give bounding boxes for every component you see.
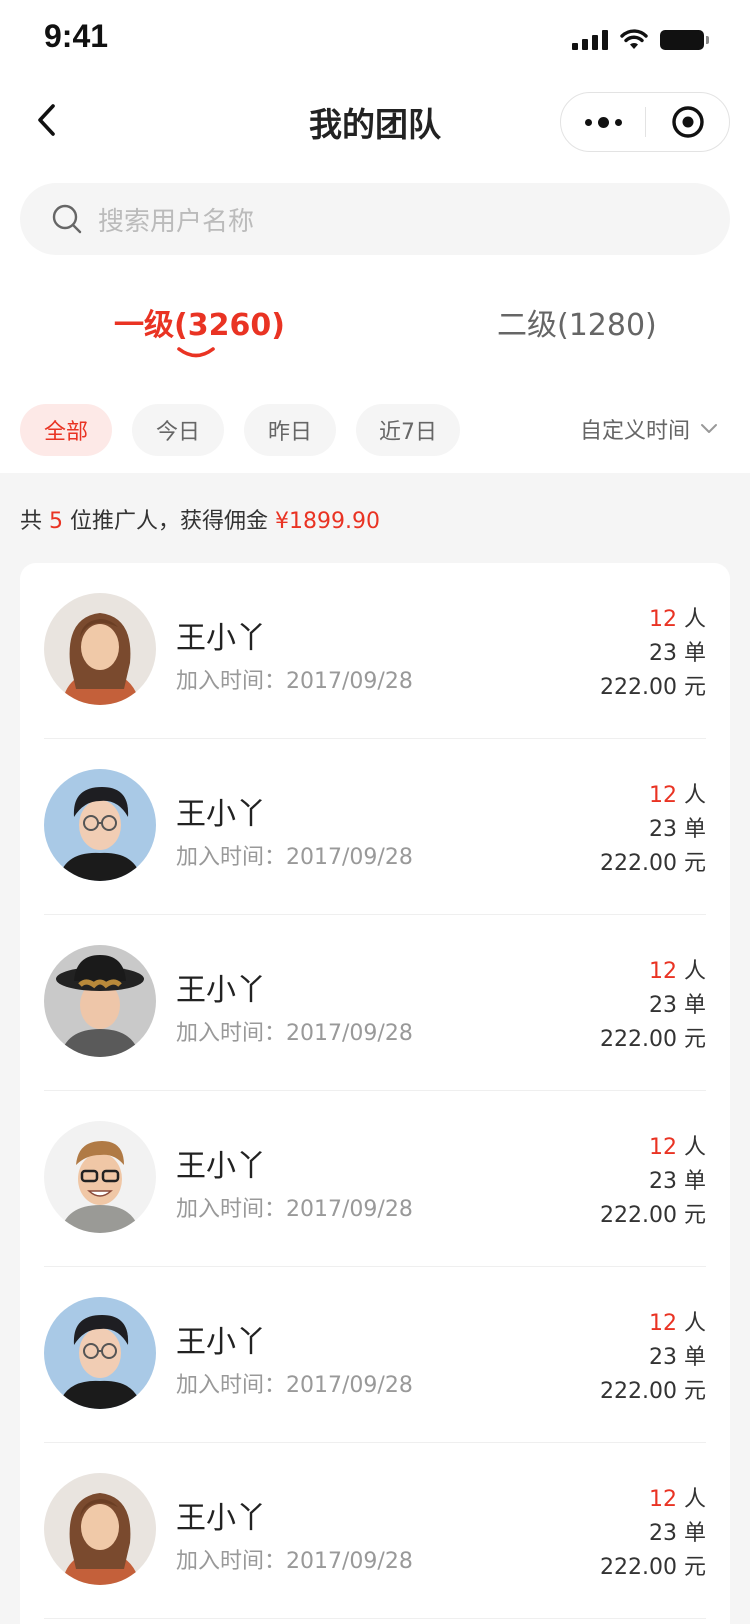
list-item[interactable]: 王小丫 加入时间：2017/09/28 12 人 23 单 222.00 元 — [20, 915, 730, 1091]
summary-line: 共 5 位推广人，获得佣金 ¥1899.90 — [20, 503, 380, 535]
close-miniprogram-button[interactable] — [646, 92, 729, 152]
people-count: 12 — [648, 783, 677, 808]
member-name: 王小丫 — [176, 621, 266, 656]
join-date: 2017/09/28 — [286, 1197, 413, 1222]
order-count: 23 单 — [649, 1345, 706, 1370]
member-stats: 12 人 23 单 222.00 元 — [600, 955, 706, 1057]
chevron-down-icon — [701, 424, 718, 433]
member-name: 王小丫 — [176, 1325, 266, 1360]
order-count: 23 单 — [649, 817, 706, 842]
filter-7days[interactable]: 近7日 — [356, 404, 460, 456]
avatar-woman-long-hair-icon — [44, 593, 156, 705]
commission-amount: 222.00 元 — [600, 1027, 706, 1052]
tab-active-indicator — [177, 347, 215, 358]
custom-time-label: 自定义时间 — [580, 419, 691, 444]
list-item[interactable]: 王小丫 加入时间：2017/09/28 12 人 23 单 222.00 元 — [20, 1443, 730, 1619]
member-list: 王小丫 加入时间：2017/09/28 12 人 23 单 222.00 元 王… — [20, 563, 730, 1624]
status-icons — [572, 28, 709, 52]
member-join-time: 加入时间：2017/09/28 — [176, 663, 413, 695]
member-name: 王小丫 — [176, 1501, 266, 1536]
commission-amount: 222.00 元 — [600, 675, 706, 700]
search-icon — [52, 204, 82, 234]
wifi-icon — [620, 29, 648, 49]
avatar-man-hat-icon — [44, 945, 156, 1057]
avatar-man-smiling-glasses-icon — [44, 1121, 156, 1233]
summary-amount: ¥1899.90 — [275, 509, 381, 534]
avatar-woman-long-hair-icon — [44, 1473, 156, 1585]
target-icon — [671, 106, 704, 138]
order-count: 23 单 — [649, 1169, 706, 1194]
join-date: 2017/09/28 — [286, 1373, 413, 1398]
tab-level-1[interactable]: 一级(3260) — [114, 300, 285, 344]
member-join-time: 加入时间：2017/09/28 — [176, 1191, 413, 1223]
people-unit: 人 — [683, 607, 706, 632]
member-stats: 12 人 23 单 222.00 元 — [600, 1483, 706, 1585]
filter-today[interactable]: 今日 — [132, 404, 224, 456]
battery-icon — [660, 30, 709, 50]
list-item[interactable]: 王小丫 加入时间：2017/09/28 12 人 23 单 222.00 元 — [20, 1091, 730, 1267]
join-label: 加入时间： — [176, 845, 287, 870]
people-unit: 人 — [683, 1487, 706, 1512]
join-date: 2017/09/28 — [286, 1021, 413, 1046]
join-label: 加入时间： — [176, 1197, 287, 1222]
member-stats: 12 人 23 单 222.00 元 — [600, 603, 706, 705]
member-stats: 12 人 23 单 222.00 元 — [600, 1307, 706, 1409]
join-label: 加入时间： — [176, 669, 287, 694]
member-join-time: 加入时间：2017/09/28 — [176, 839, 413, 871]
search-input[interactable]: 搜索用户名称 — [20, 183, 730, 255]
custom-time-filter[interactable]: 自定义时间 — [580, 413, 718, 445]
summary-middle: 位推广人，获得佣金 — [70, 509, 269, 534]
people-unit: 人 — [683, 783, 706, 808]
people-count: 12 — [648, 1311, 677, 1336]
member-name: 王小丫 — [176, 1149, 266, 1184]
member-join-time: 加入时间：2017/09/28 — [176, 1543, 413, 1575]
member-join-time: 加入时间：2017/09/28 — [176, 1015, 413, 1047]
filter-all[interactable]: 全部 — [20, 404, 112, 456]
join-date: 2017/09/28 — [286, 1549, 413, 1574]
commission-amount: 222.00 元 — [600, 1555, 706, 1580]
order-count: 23 单 — [649, 1521, 706, 1546]
people-unit: 人 — [683, 1311, 706, 1336]
member-name: 王小丫 — [176, 797, 266, 832]
people-count: 12 — [648, 607, 677, 632]
summary-prefix: 共 — [20, 509, 43, 534]
join-label: 加入时间： — [176, 1021, 287, 1046]
status-time: 9:41 — [44, 18, 109, 54]
member-join-time: 加入时间：2017/09/28 — [176, 1367, 413, 1399]
people-count: 12 — [648, 1135, 677, 1160]
list-item[interactable]: 王小丫 加入时间：2017/09/28 12 人 23 单 222.00 元 — [20, 1267, 730, 1443]
people-unit: 人 — [683, 1135, 706, 1160]
order-count: 23 单 — [649, 993, 706, 1018]
summary-count: 5 — [49, 509, 64, 534]
join-label: 加入时间： — [176, 1549, 287, 1574]
member-name: 王小丫 — [176, 973, 266, 1008]
more-menu-button[interactable] — [561, 92, 645, 152]
commission-amount: 222.00 元 — [600, 851, 706, 876]
join-date: 2017/09/28 — [286, 669, 413, 694]
list-item[interactable]: 王小丫 加入时间：2017/09/28 12 人 23 单 222.00 元 — [20, 563, 730, 739]
people-count: 12 — [648, 959, 677, 984]
commission-amount: 222.00 元 — [600, 1379, 706, 1404]
people-count: 12 — [648, 1487, 677, 1512]
people-unit: 人 — [683, 959, 706, 984]
filter-yesterday[interactable]: 昨日 — [244, 404, 336, 456]
join-date: 2017/09/28 — [286, 845, 413, 870]
member-stats: 12 人 23 单 222.00 元 — [600, 1131, 706, 1233]
join-label: 加入时间： — [176, 1373, 287, 1398]
signal-icon — [572, 30, 608, 50]
tab-level-2[interactable]: 二级(1280) — [497, 300, 657, 344]
member-stats: 12 人 23 单 222.00 元 — [600, 779, 706, 881]
commission-amount: 222.00 元 — [600, 1203, 706, 1228]
list-item[interactable]: 王小丫 加入时间：2017/09/28 12 人 23 单 222.00 元 — [20, 739, 730, 915]
avatar-man-glasses-scarf-icon — [44, 1297, 156, 1409]
avatar-man-glasses-scarf-icon — [44, 769, 156, 881]
order-count: 23 单 — [649, 641, 706, 666]
miniprogram-capsule — [560, 92, 730, 152]
search-placeholder: 搜索用户名称 — [98, 206, 255, 237]
